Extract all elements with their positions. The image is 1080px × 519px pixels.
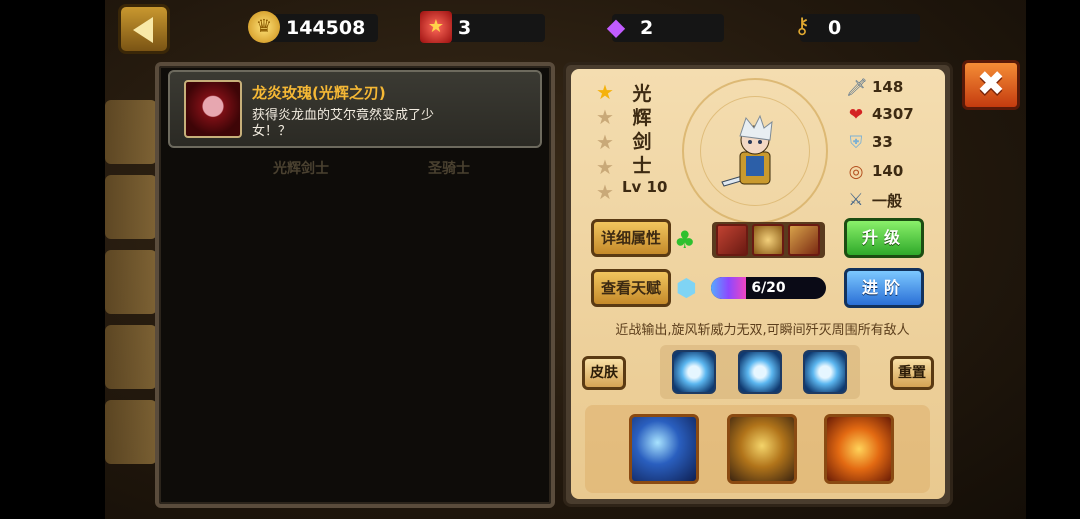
hero-name: 光 辉 剑 士 [632,83,652,177]
gold-counter: ♛ 144508 [248,11,378,43]
side-tab[interactable] [105,100,157,164]
skin-avatar [184,80,242,138]
equip-weapon[interactable] [629,414,699,484]
armor-icon: ⛨ [849,133,863,153]
stat-hp: 4307 [872,105,914,123]
equipment-tray [585,405,930,493]
talent-button[interactable]: 查看天赋 [591,269,671,307]
side-tab[interactable] [105,400,157,464]
crystal-icon: ⬢ [676,274,697,302]
gold-coin-icon: ♛ [248,11,280,43]
star-empty-icon: ★ [596,180,614,204]
skill-row [660,345,860,399]
equip-slot-weapon[interactable] [788,224,820,256]
advance-button[interactable]: 进阶 [844,268,924,308]
stat-attack: 148 [872,78,904,96]
key-icon: ⚷ [793,14,811,39]
red-item-value: 3 [458,17,472,39]
skill-slot-3[interactable] [803,350,847,394]
back-button[interactable] [118,4,170,54]
side-tabs [105,60,157,510]
equipment-slots [712,222,825,258]
purple-gem-icon: ◆ [606,13,626,41]
stat-speed: 140 [872,162,904,180]
close-icon: ✖ [976,64,1006,104]
skin-button[interactable]: 皮肤 [582,356,626,390]
background-hero-label: 光辉剑士 [273,161,329,177]
skin-tooltip: 龙炎玫瑰(光辉之刃) 获得炎龙血的艾尔竟然变成了少女！？ [168,70,542,148]
star-rating: ★ ★ ★ ★ ★ [596,82,618,207]
heart-icon: ❤ [848,105,864,125]
sword-icon: 🗡 [846,78,868,98]
side-tab[interactable] [105,175,157,239]
clover-icon: ♣ [674,226,696,254]
red-item-counter: ★ 3 [420,11,545,43]
skill-slot-2[interactable] [738,350,782,394]
skin-description: 获得炎龙血的艾尔竟然变成了少女！？ [252,108,435,139]
background-hero-label: 圣骑士 [428,161,470,177]
star-empty-icon: ★ [596,155,614,179]
back-arrow-icon [133,17,153,43]
skill-slot-1[interactable] [672,350,716,394]
gem-counter: ◆ 2 [607,13,724,42]
equip-slot-amulet[interactable] [752,224,784,256]
equip-accessory[interactable] [824,414,894,484]
key-counter: ⚷ 0 [794,14,920,42]
reset-button[interactable]: 重置 [890,356,934,390]
close-button[interactable]: ✖ [962,60,1020,110]
star-filled-icon: ★ [596,80,614,104]
details-button[interactable]: 详细属性 [591,219,671,257]
star-empty-icon: ★ [596,105,614,129]
hero-portrait [721,114,773,187]
progress-text: 6/20 [751,280,786,296]
upgrade-button[interactable]: 升级 [844,218,924,258]
stat-quality: 一般 [872,192,903,210]
red-box-icon: ★ [420,11,452,43]
advance-progress-bar: 6/20 [711,277,826,299]
side-tab[interactable] [105,325,157,389]
stats-panel: 🗡 148 ❤ 4307 ⛨ 33 ◎ 140 ⚔ 一般 [842,78,942,218]
gem-value: 2 [640,17,654,39]
hero-level: Lv 10 [622,178,668,196]
star-empty-icon: ★ [596,130,614,154]
equip-slot-book[interactable] [716,224,748,256]
equip-armor[interactable] [727,414,797,484]
skill-description: 近战输出,旋风斩威力无双,可瞬间歼灭周围所有敌人 [615,323,910,338]
gold-value: 144508 [286,17,366,39]
side-tab[interactable] [105,250,157,314]
crossed-swords-icon: ⚔ [848,190,864,210]
target-icon: ◎ [848,162,864,182]
skin-title: 龙炎玫瑰(光辉之刃) [252,84,386,102]
stat-defense: 33 [872,133,893,151]
key-value: 0 [828,17,842,39]
